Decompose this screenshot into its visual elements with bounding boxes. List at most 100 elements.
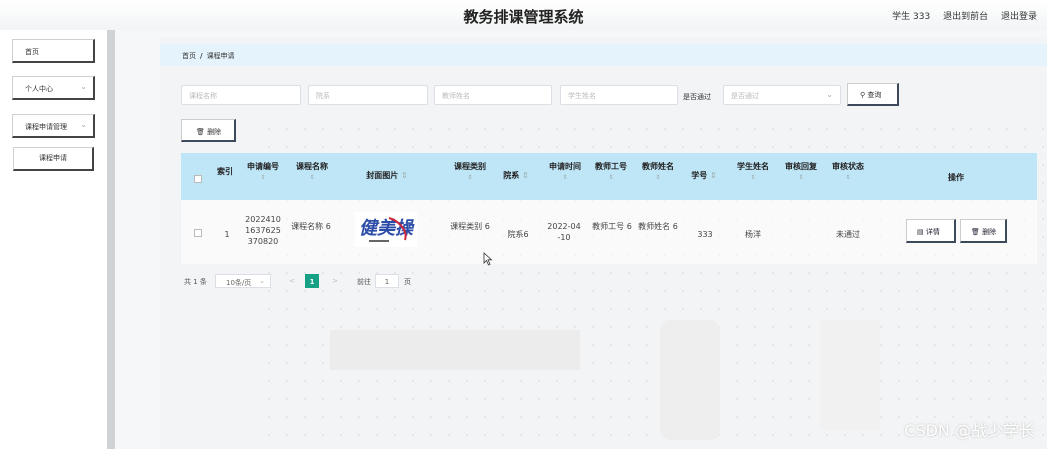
- sidebar-item-label: 课程申请管理: [25, 123, 67, 131]
- cell-course-type: 课程类别 6: [450, 222, 490, 231]
- col-review-reply[interactable]: 审核回复 ⇕: [779, 161, 823, 183]
- col-review-status[interactable]: 审核状态 ⇕: [826, 161, 870, 183]
- watermark: CSDN @战少学长: [904, 421, 1035, 440]
- detail-button[interactable]: ▤ 详情: [906, 219, 956, 243]
- search-icon: ⚲: [860, 91, 866, 99]
- cell-student-no: 333: [697, 230, 713, 239]
- select-placeholder: 是否通过: [731, 92, 759, 100]
- sidebar-item-course-apply-manage[interactable]: 课程申请管理 ⌄: [12, 114, 95, 138]
- col-apply-time[interactable]: 申请时间 ⇕: [543, 161, 587, 183]
- logout-link[interactable]: 退出登录: [1001, 12, 1037, 22]
- col-label: 操作: [948, 173, 964, 182]
- sort-icon[interactable]: ⇕: [239, 172, 287, 183]
- dept-input[interactable]: 院系: [308, 85, 428, 105]
- passed-label: 是否通过: [683, 93, 711, 101]
- col-course-name[interactable]: 课程名称 ⇕: [287, 161, 337, 183]
- page-suffix: 页: [404, 278, 411, 286]
- goto-label: 前往: [357, 278, 371, 286]
- col-teacher-no[interactable]: 教师工号 ⇕: [589, 161, 633, 183]
- cell-apply-no: 2022410 1637625 370820: [245, 215, 281, 246]
- sort-icon[interactable]: ⇕: [401, 171, 408, 180]
- cell-apply-time: 2022-04 -10: [547, 222, 581, 242]
- col-apply-no[interactable]: 申请编号 ⇕: [239, 161, 287, 183]
- top-bar: 教务排课管理系统 学生 333 退出到前台 退出登录: [0, 0, 1047, 30]
- detail-button-label: 详情: [925, 228, 940, 236]
- cell-review-status: 未通过: [836, 230, 860, 239]
- page-button-current[interactable]: 1: [305, 274, 319, 288]
- page-size-select[interactable]: 10条/页 ⌄: [215, 274, 271, 288]
- sort-icon[interactable]: ⇕: [522, 171, 529, 180]
- search-button-label: 查询: [867, 91, 882, 99]
- page-size-value: 10条/页: [226, 279, 252, 287]
- row-delete-button[interactable]: 🗑 删除: [960, 219, 1007, 243]
- sidebar-item-label: 课程申请: [39, 154, 67, 162]
- sidebar-item-home[interactable]: 首页: [12, 39, 95, 63]
- col-label: 课程名称: [296, 162, 328, 171]
- input-placeholder: 课程名称: [189, 92, 217, 100]
- chevron-down-icon: ⌄: [826, 90, 833, 99]
- sort-icon[interactable]: ⇕: [287, 172, 337, 183]
- teacher-name-input[interactable]: 教师姓名: [434, 85, 552, 105]
- cell-course-name: 课程名称 6: [291, 222, 331, 231]
- sort-icon[interactable]: ⇕: [446, 172, 494, 183]
- col-label: 教师工号: [595, 162, 627, 171]
- course-name-input[interactable]: 课程名称: [181, 85, 301, 105]
- sort-icon[interactable]: ⇕: [543, 172, 587, 183]
- col-index: 索引: [215, 166, 235, 177]
- col-dept[interactable]: 院系 ⇕: [495, 170, 537, 181]
- table-header: 索引 申请编号 ⇕ 课程名称 ⇕ 封面图片 ⇕ 课程类别 ⇕ 院系 ⇕ 申请时间 ⇕ 教…: [181, 153, 1037, 200]
- select-all-checkbox[interactable]: [194, 175, 202, 183]
- sort-icon[interactable]: ⇕: [826, 172, 870, 183]
- batch-delete-button[interactable]: 🗑 删除: [181, 119, 236, 142]
- col-label: 封面图片: [366, 171, 399, 180]
- mouse-cursor-icon: [483, 252, 493, 266]
- search-button[interactable]: ⚲ 查询: [847, 83, 899, 106]
- col-student-no[interactable]: 学号 ⇕: [684, 170, 724, 181]
- back-to-front-link[interactable]: 退出到前台: [943, 12, 988, 22]
- chevron-down-icon: ⌄: [80, 120, 87, 129]
- current-user: 学生 333: [892, 12, 931, 22]
- detail-icon: ▤: [917, 228, 924, 236]
- sort-icon[interactable]: ⇕: [710, 171, 717, 180]
- col-label: 申请时间: [549, 162, 581, 171]
- col-actions: 操作: [921, 172, 991, 183]
- col-label: 课程类别: [454, 162, 486, 171]
- col-label: 学生姓名: [737, 162, 769, 171]
- col-label: 审核回复: [785, 162, 817, 171]
- next-page-button[interactable]: >: [328, 274, 342, 288]
- background-decoration: [660, 320, 720, 440]
- sidebar-item-course-apply[interactable]: 课程申请: [13, 147, 94, 171]
- col-label: 教师姓名: [642, 162, 674, 171]
- sidebar-item-label: 个人中心: [25, 85, 53, 93]
- sort-icon[interactable]: ⇕: [589, 172, 633, 183]
- col-student-name[interactable]: 学生姓名 ⇕: [731, 161, 775, 183]
- breadcrumb-home[interactable]: 首页: [182, 52, 196, 60]
- breadcrumb: 首页 / 课程申请: [160, 44, 1047, 66]
- col-label: 学号: [691, 171, 708, 180]
- sort-icon[interactable]: ⇕: [636, 172, 680, 183]
- col-cover[interactable]: 封面图片 ⇕: [349, 170, 425, 181]
- chevron-down-icon: ⌄: [259, 277, 265, 285]
- cell-index: 1: [224, 230, 230, 239]
- cover-image: 健美操: [355, 212, 417, 247]
- trash-icon: 🗑: [196, 128, 205, 136]
- breadcrumb-separator: /: [200, 52, 203, 60]
- cell-student-name: 杨洋: [745, 230, 761, 239]
- delete-button-label: 删除: [207, 128, 222, 136]
- row-checkbox[interactable]: [194, 229, 202, 237]
- student-name-input[interactable]: 学生姓名: [560, 85, 678, 105]
- col-teacher-name[interactable]: 教师姓名 ⇕: [636, 161, 680, 183]
- goto-page-input[interactable]: 1: [375, 274, 399, 288]
- col-label: 院系: [503, 171, 520, 180]
- background-decoration: [820, 320, 880, 430]
- sidebar-item-personal-center[interactable]: 个人中心 ⌄: [12, 76, 95, 100]
- sidebar-scrollbar[interactable]: [107, 30, 115, 449]
- header-user-area: 学生 333 退出到前台 退出登录: [882, 9, 1037, 22]
- col-label: 索引: [217, 167, 233, 176]
- sort-icon[interactable]: ⇕: [731, 172, 775, 183]
- prev-page-button[interactable]: <: [285, 274, 299, 288]
- input-placeholder: 教师姓名: [442, 92, 470, 100]
- passed-select[interactable]: 是否通过 ⌄: [723, 85, 841, 105]
- sort-icon[interactable]: ⇕: [779, 172, 823, 183]
- col-course-type[interactable]: 课程类别 ⇕: [446, 161, 494, 183]
